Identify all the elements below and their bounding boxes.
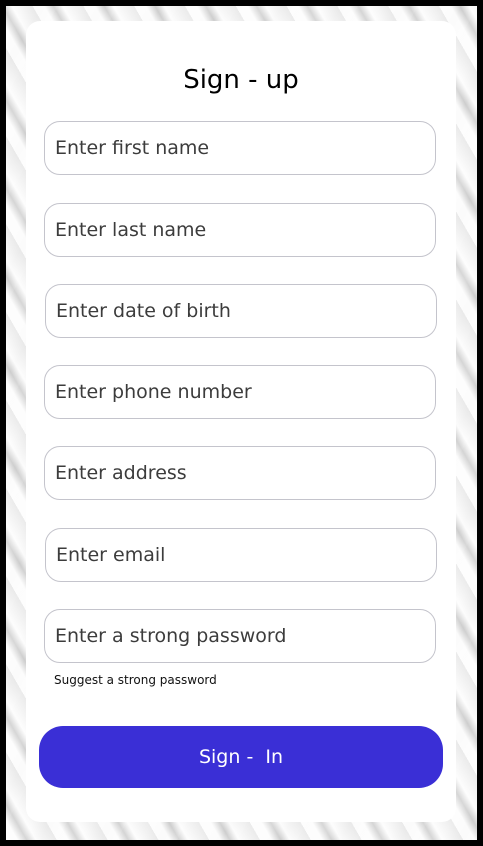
first-name-field[interactable] [44, 121, 436, 175]
password-hint: Suggest a strong password [54, 673, 217, 687]
signup-card: Sign - up Suggest a strong password Sign… [26, 21, 456, 822]
last-name-field[interactable] [44, 203, 436, 257]
page-title: Sign - up [183, 65, 299, 95]
phone-number-field[interactable] [44, 365, 436, 419]
password-field[interactable] [44, 609, 436, 663]
address-field[interactable] [44, 446, 436, 500]
sign-in-button[interactable]: Sign - In [39, 726, 443, 788]
date-of-birth-field[interactable] [45, 284, 437, 338]
email-field[interactable] [45, 528, 437, 582]
window-frame: Sign - up Suggest a strong password Sign… [0, 0, 483, 846]
